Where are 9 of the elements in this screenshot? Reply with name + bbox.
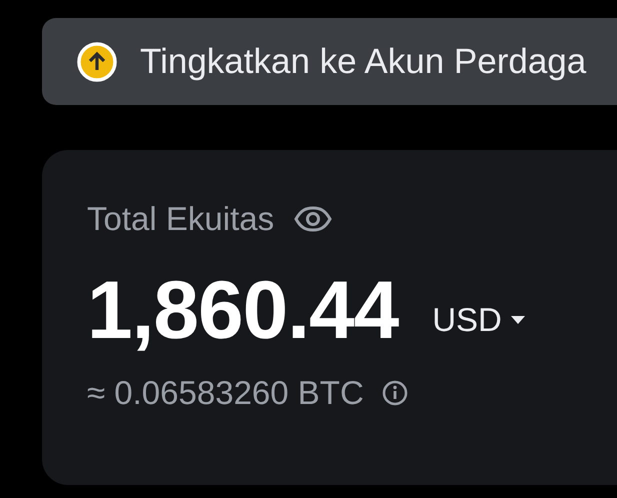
eye-icon[interactable] <box>294 206 332 232</box>
equity-label: Total Ekuitas <box>87 200 274 238</box>
caret-icon <box>510 315 526 325</box>
upgrade-text: Tingkatkan ke Akun Perdaga <box>140 42 586 82</box>
upgrade-banner[interactable]: Tingkatkan ke Akun Perdaga <box>42 18 617 105</box>
info-icon[interactable] <box>382 380 408 406</box>
btc-equivalent: ≈ 0.06583260 BTC <box>87 374 364 412</box>
equity-amount: 1,860.44 <box>87 264 398 358</box>
currency-dropdown[interactable]: USD <box>432 301 526 339</box>
